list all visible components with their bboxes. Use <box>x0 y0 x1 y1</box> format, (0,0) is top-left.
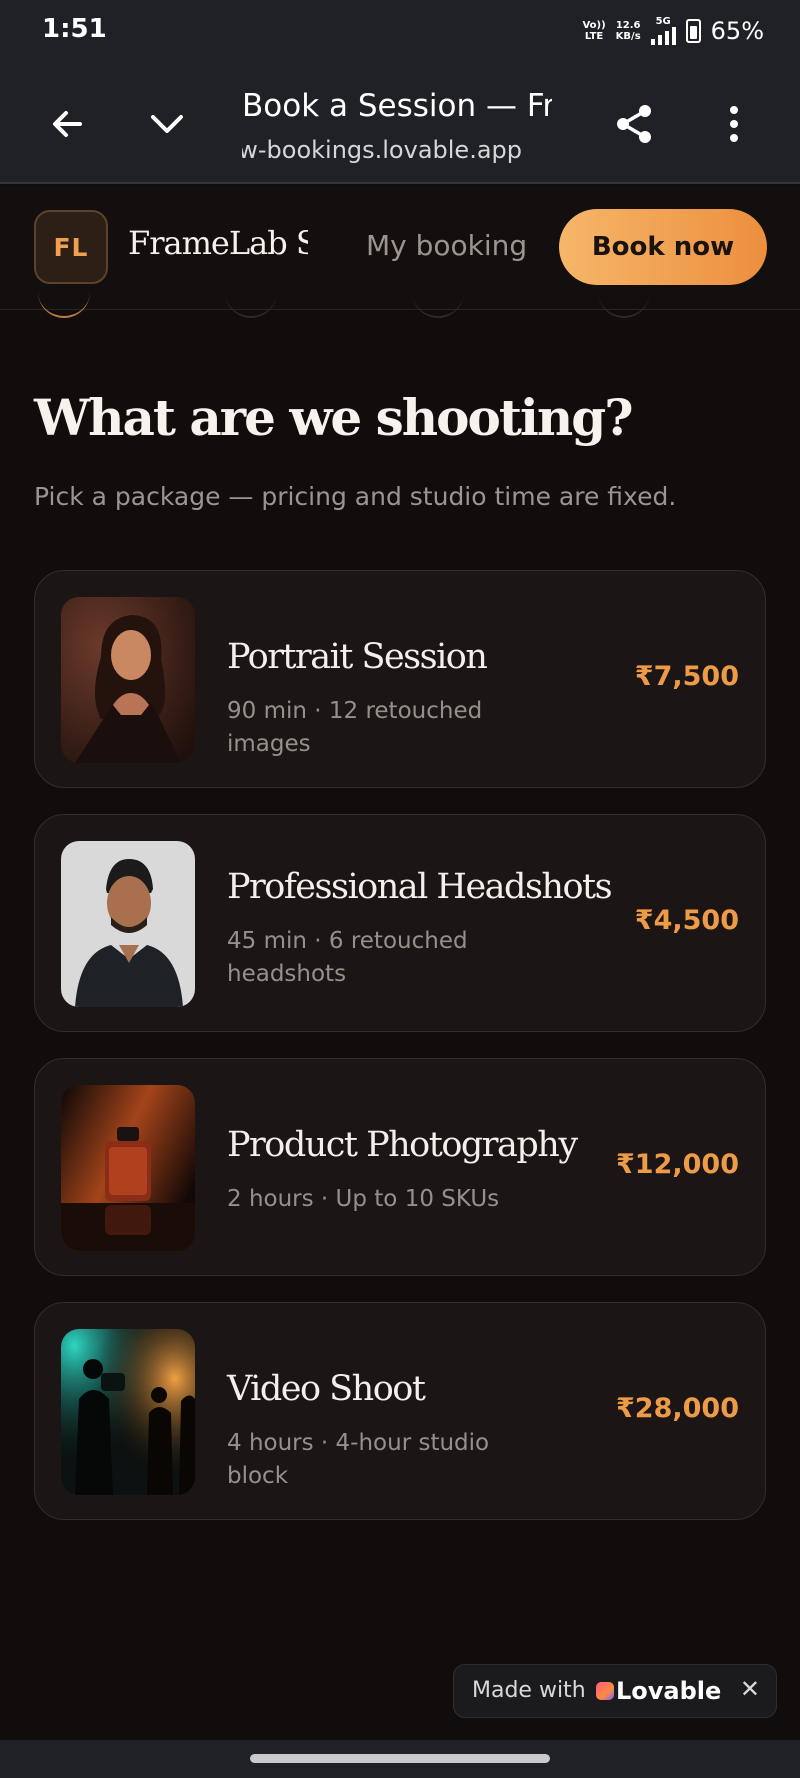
step-indicator-4 <box>598 290 650 318</box>
package-price: ₹12,000 <box>616 1149 739 1180</box>
system-nav-bar <box>0 1740 800 1778</box>
package-description: 90 min · 12 retouched images <box>227 698 483 757</box>
video-thumbnail <box>61 1329 195 1495</box>
lovable-heart-icon <box>596 1682 614 1700</box>
page-title: What are we shooting? <box>34 388 634 447</box>
more-vertical-icon[interactable] <box>710 100 758 148</box>
step-indicator-3 <box>412 290 464 318</box>
brand-logo[interactable]: FL <box>34 210 108 284</box>
package-card-video[interactable]: Video Shoot 4 hours · 4-hour studio bloc… <box>34 1302 766 1520</box>
status-indicators: Vo)) LTE 12.6 KB/s 5G 65% <box>582 16 764 45</box>
share-icon[interactable] <box>610 100 658 148</box>
page-subtitle: Pick a package — pricing and studio time… <box>34 482 677 511</box>
package-description: 45 min · 6 retouched headshots <box>227 928 468 987</box>
made-with-lovable-badge[interactable]: Made with Lovable ✕ <box>453 1664 777 1718</box>
my-booking-link[interactable]: My booking <box>366 229 527 262</box>
headshot-thumbnail <box>61 841 195 1007</box>
step-indicator-1 <box>38 290 90 318</box>
home-gesture-bar[interactable] <box>250 1754 550 1763</box>
package-price: ₹4,500 <box>634 905 739 936</box>
status-time: 1:51 <box>42 14 107 44</box>
volte-indicator: Vo)) LTE <box>582 19 606 42</box>
package-description: 4 hours · 4-hour studio block <box>227 1430 490 1489</box>
close-icon[interactable]: ✕ <box>740 1675 760 1703</box>
lovable-brand: Lovable <box>616 1677 722 1705</box>
browser-page-title[interactable]: Book a Session — Fr... <box>242 88 552 124</box>
status-bar: 1:51 Vo)) LTE 12.6 KB/s 5G 65% <box>0 0 800 64</box>
step-indicator-2 <box>225 290 277 318</box>
app-header: FL FrameLab St... My booking Book now <box>0 186 800 310</box>
browser-toolbar: Book a Session — Fr... ow-bookings.lovab… <box>0 64 800 184</box>
battery-percent: 65% <box>710 16 764 45</box>
package-card-portrait[interactable]: Portrait Session 90 min · 12 retouched i… <box>34 570 766 788</box>
battery-icon <box>685 18 701 43</box>
product-thumbnail <box>61 1085 195 1251</box>
network-speed: 12.6 KB/s <box>615 19 641 42</box>
made-with-label: Made with <box>472 1678 586 1703</box>
portrait-thumbnail <box>61 597 195 763</box>
package-card-headshots[interactable]: Professional Headshots 45 min · 6 retouc… <box>34 814 766 1032</box>
chevron-down-icon[interactable] <box>143 100 191 148</box>
browser-url[interactable]: ow-bookings.lovable.app <box>242 136 522 164</box>
package-price: ₹7,500 <box>634 661 739 692</box>
package-title: Product Photography <box>227 1125 578 1165</box>
network-type: 5G <box>650 16 676 45</box>
brand-name[interactable]: FrameLab St... <box>128 224 308 262</box>
book-now-button[interactable]: Book now <box>559 209 767 285</box>
package-price: ₹28,000 <box>616 1393 739 1424</box>
package-description: 2 hours · Up to 10 SKUs <box>227 1186 500 1212</box>
signal-icon <box>650 27 676 45</box>
package-card-product[interactable]: Product Photography 2 hours · Up to 10 S… <box>34 1058 766 1276</box>
package-title: Professional Headshots <box>227 867 613 907</box>
package-title: Video Shoot <box>227 1369 426 1409</box>
arrow-left-icon[interactable] <box>44 100 92 148</box>
package-title: Portrait Session <box>227 637 488 677</box>
